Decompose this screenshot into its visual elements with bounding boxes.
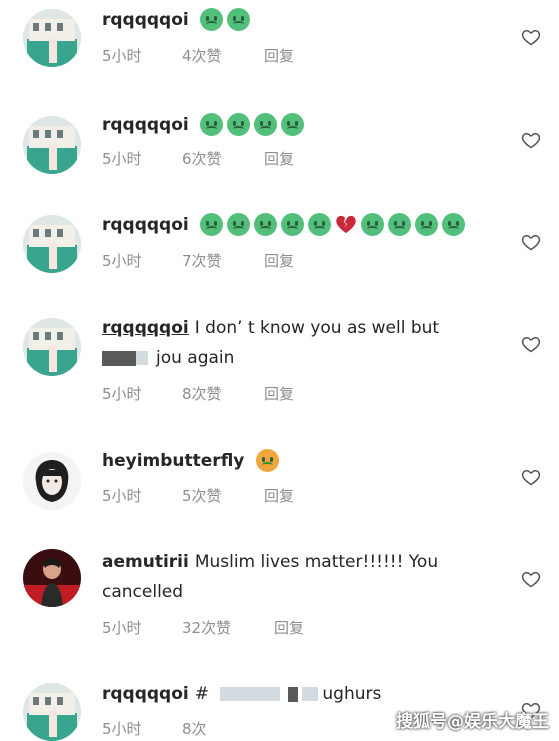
- sick-face-icon: [281, 212, 305, 236]
- reply-button[interactable]: 回复: [264, 485, 294, 506]
- comment-text-end: ughurs: [322, 684, 382, 704]
- comment-line: rqqqqqoi # ughurs: [102, 680, 499, 709]
- like-count[interactable]: 7次赞: [182, 250, 264, 271]
- like-count[interactable]: 32次赞: [182, 617, 274, 638]
- heart-outline-icon[interactable]: [521, 467, 541, 487]
- sick-face-icon: [227, 7, 251, 31]
- comment-text: Muslim lives matter!!!!!! You: [194, 552, 439, 572]
- username[interactable]: rqqqqqoi: [102, 10, 189, 30]
- timestamp: 5小时: [102, 252, 142, 270]
- comment-text: I don’ t know you as well but: [194, 318, 440, 338]
- avatar[interactable]: [23, 318, 81, 376]
- heart-outline-icon[interactable]: [521, 130, 541, 150]
- broken-heart-icon: [336, 215, 356, 234]
- timestamp: 5小时: [102, 47, 142, 65]
- comment-meta: 5小时 32次赞 回复: [102, 617, 304, 638]
- username[interactable]: rqqqqqoi: [102, 318, 189, 338]
- watermark: 搜狐号@娱乐大魔王: [396, 712, 549, 732]
- emoji-row: [255, 446, 283, 475]
- emoji-row: [200, 5, 254, 34]
- redaction-blur: [302, 687, 319, 701]
- timestamp: 5小时: [102, 385, 142, 403]
- emoji-row: [200, 210, 469, 239]
- comment-meta: 5小时 8次: [102, 718, 207, 739]
- vomiting-face-icon: [255, 448, 279, 472]
- sick-face-icon: [254, 212, 278, 236]
- comment-line: aemutirii Muslim lives matter!!!!!! You: [102, 548, 499, 577]
- comment-meta: 5小时 5次赞 回复: [102, 485, 294, 506]
- sick-face-icon: [200, 112, 224, 136]
- timestamp: 5小时: [102, 619, 142, 637]
- emoji-row: [200, 110, 308, 139]
- sick-face-icon: [227, 112, 251, 136]
- sick-face-icon: [227, 212, 251, 236]
- like-count[interactable]: 8次: [182, 718, 207, 739]
- reply-button[interactable]: 回复: [264, 148, 294, 169]
- like-count[interactable]: 8次赞: [182, 383, 264, 404]
- comment-meta: 5小时 8次赞 回复: [102, 383, 294, 404]
- sick-face-icon: [308, 212, 332, 236]
- avatar[interactable]: [23, 116, 81, 174]
- redaction-blur: [220, 687, 281, 701]
- heart-outline-icon[interactable]: [521, 232, 541, 252]
- comment-line: heyimbutterfly: [102, 446, 499, 476]
- avatar[interactable]: [23, 215, 81, 273]
- like-count[interactable]: 6次赞: [182, 148, 264, 169]
- like-count[interactable]: 4次赞: [182, 45, 264, 66]
- reply-button[interactable]: 回复: [264, 250, 294, 271]
- sick-face-icon: [415, 212, 439, 236]
- redaction-block: [102, 350, 136, 366]
- username[interactable]: aemutirii: [102, 552, 189, 572]
- username[interactable]: rqqqqqoi: [102, 115, 189, 135]
- sick-face-icon: [281, 112, 305, 136]
- like-count[interactable]: 5次赞: [182, 485, 264, 506]
- username[interactable]: heyimbutterfly: [102, 451, 244, 471]
- username[interactable]: rqqqqqoi: [102, 684, 189, 704]
- comment-meta: 5小时 7次赞 回复: [102, 250, 294, 271]
- comment-line: rqqqqqoi: [102, 110, 499, 140]
- reply-button[interactable]: 回复: [274, 617, 304, 638]
- avatar[interactable]: [23, 452, 81, 510]
- redaction-blur: [136, 351, 148, 365]
- comment-meta: 5小时 6次赞 回复: [102, 148, 294, 169]
- heart-outline-icon[interactable]: [521, 334, 541, 354]
- comment-meta: 5小时 4次赞 回复: [102, 45, 294, 66]
- comment-line-2: cancelled: [102, 578, 499, 607]
- timestamp: 5小时: [102, 150, 142, 168]
- comment-text-2: jou again: [156, 348, 235, 368]
- avatar[interactable]: [23, 9, 81, 67]
- heart-outline-icon[interactable]: [521, 569, 541, 589]
- timestamp: 5小时: [102, 720, 142, 738]
- sick-face-icon: [254, 112, 278, 136]
- comment-text-2: cancelled: [102, 582, 184, 602]
- comment-text: #: [194, 684, 209, 704]
- redaction-block: [288, 686, 299, 702]
- username[interactable]: rqqqqqoi: [102, 215, 189, 235]
- comment-line: rqqqqqoi: [102, 5, 499, 35]
- comment-line-2: jou again: [102, 344, 499, 373]
- sick-face-icon: [361, 212, 385, 236]
- timestamp: 5小时: [102, 487, 142, 505]
- avatar[interactable]: [23, 683, 81, 741]
- sick-face-icon: [442, 212, 466, 236]
- comment-line: rqqqqqoi: [102, 210, 499, 240]
- sick-face-icon: [388, 212, 412, 236]
- comment-line: rqqqqqoi I don’ t know you as well but: [102, 314, 499, 343]
- avatar[interactable]: [23, 549, 81, 607]
- sick-face-icon: [200, 212, 224, 236]
- heart-outline-icon[interactable]: [521, 27, 541, 47]
- sick-face-icon: [200, 7, 224, 31]
- reply-button[interactable]: 回复: [264, 383, 294, 404]
- reply-button[interactable]: 回复: [264, 45, 294, 66]
